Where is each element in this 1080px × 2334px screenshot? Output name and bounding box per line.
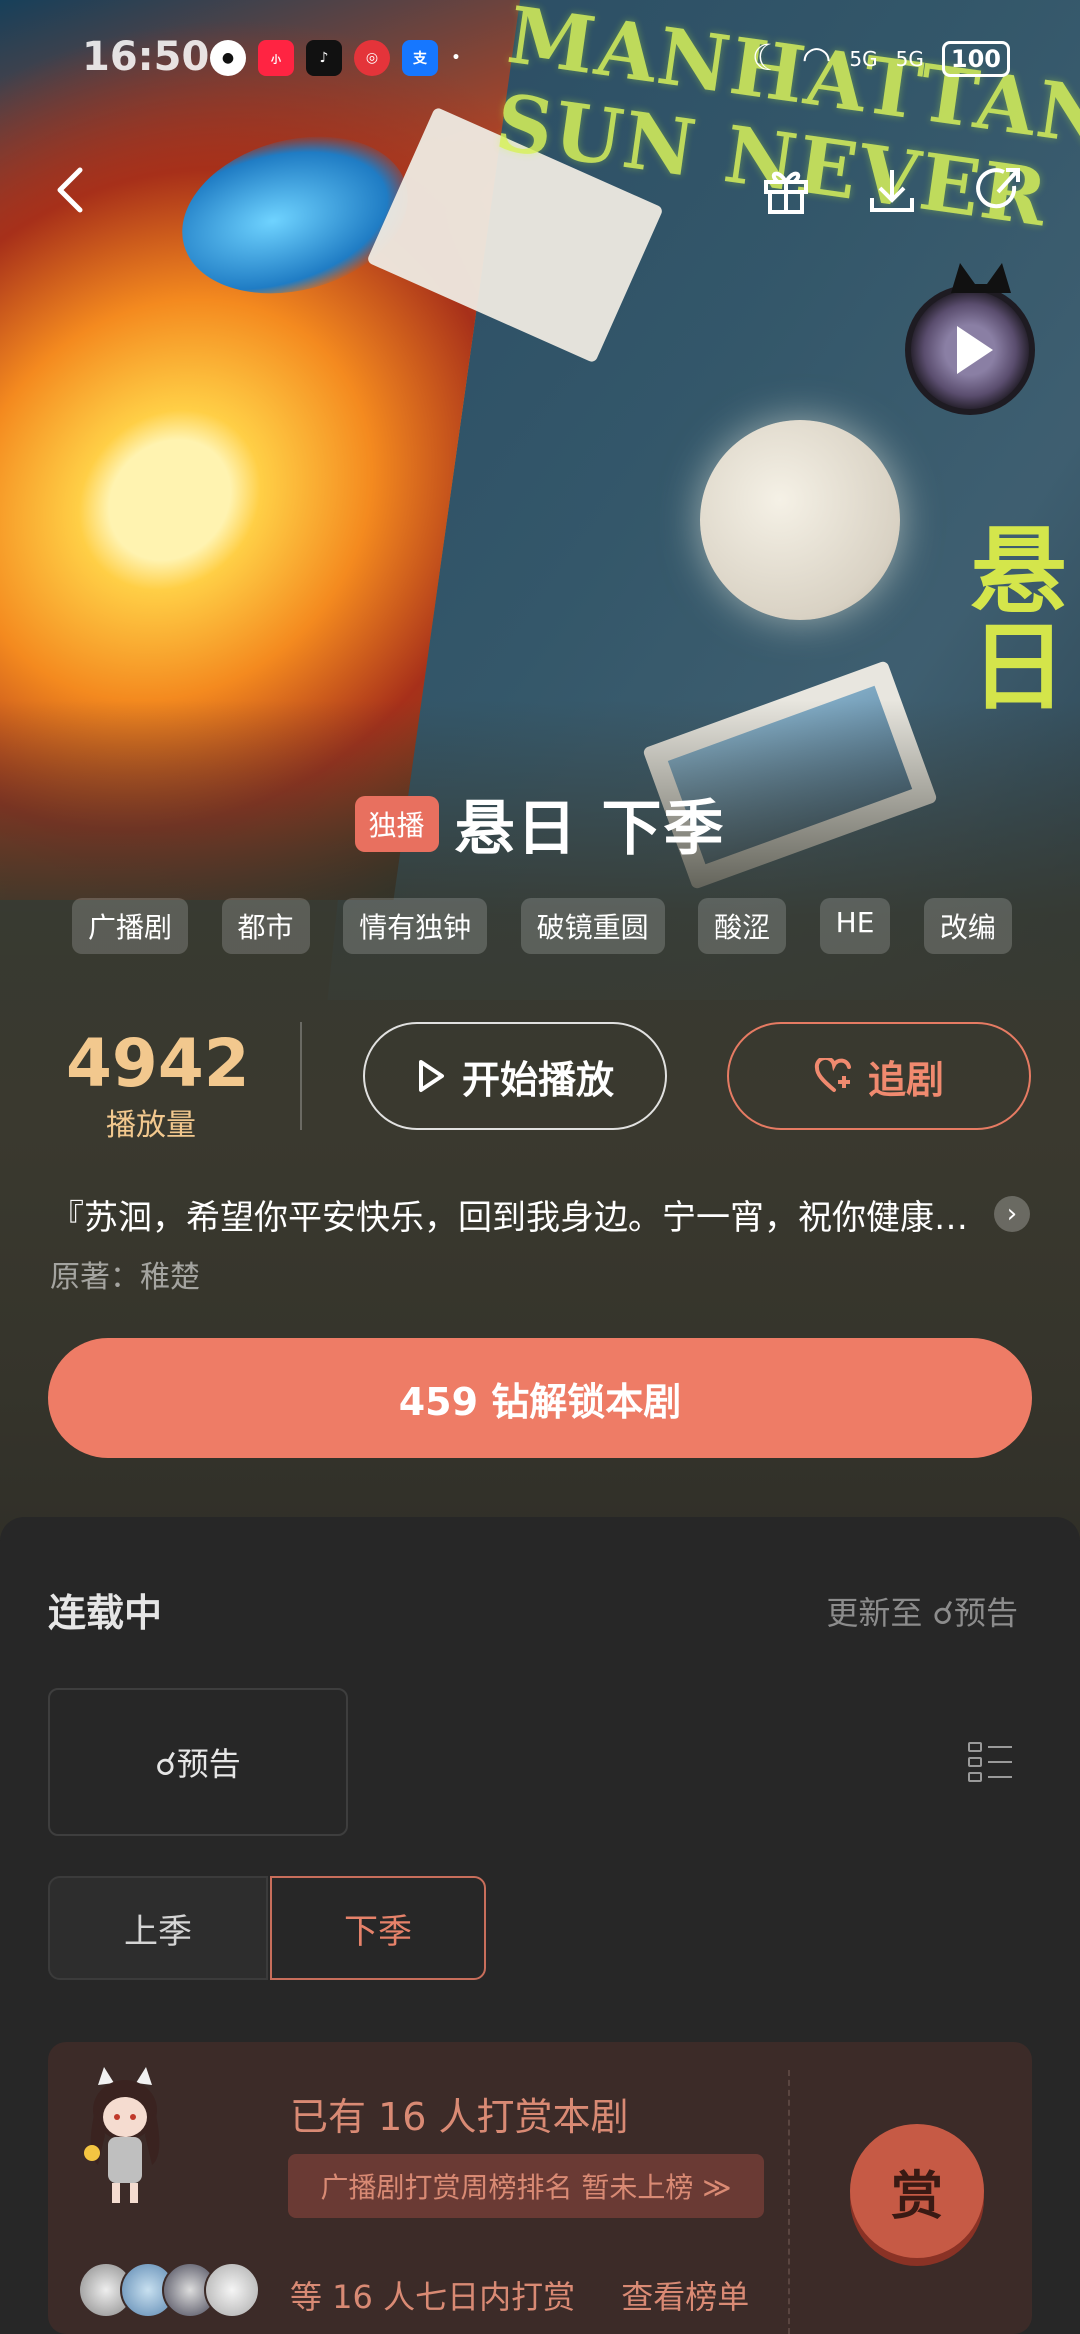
heart-plus-icon	[814, 1058, 851, 1092]
moon-icon: ☾	[751, 38, 784, 79]
signal-icon-2: 5G	[895, 46, 924, 71]
reward-summary: 等 16 人七日内打赏	[290, 2278, 576, 2316]
clock: 16:50	[82, 34, 210, 80]
follow-label: 追剧	[867, 1057, 944, 1102]
unlock-button[interactable]: 459 钻解锁本剧	[48, 1338, 1032, 1458]
serial-status: 连载中	[48, 1591, 163, 1635]
tag-item[interactable]: 破镜重圆	[520, 898, 665, 954]
mascot-girl-image	[84, 2067, 160, 2203]
tag-item[interactable]: HE	[819, 898, 891, 954]
drama-description[interactable]: 『苏洄，希望你平安快乐，回到我身边。宁一宵，祝你健康长寿，一生无忧。』	[50, 1190, 990, 1239]
reward-rank-tag[interactable]: 广播剧打赏周榜排名 暂未上榜 ≫	[288, 2154, 764, 2218]
tag-item[interactable]: 情有独钟	[343, 898, 488, 954]
system-icons: ☾ ◠ 5G 5G 100	[751, 38, 1010, 79]
title-row: 独播 悬日 下季	[0, 780, 1080, 867]
moon-seal-art	[700, 420, 900, 620]
tag-item[interactable]: 都市	[221, 898, 310, 954]
tag-item[interactable]: 酸涩	[698, 898, 787, 954]
reward-avatars	[78, 2262, 260, 2318]
play-outline-icon	[418, 1060, 444, 1092]
chevron-right-icon[interactable]: ›	[994, 1196, 1030, 1232]
back-button[interactable]	[40, 160, 100, 220]
player-disc-button[interactable]	[905, 263, 1035, 415]
wifi-icon: ◠	[801, 38, 832, 79]
play-count: 4942	[66, 1025, 250, 1102]
play-icon	[957, 326, 993, 374]
drama-title: 悬日 下季	[454, 794, 726, 864]
tag-item[interactable]: 广播剧	[72, 898, 189, 954]
netease-music-icon: ◎	[354, 40, 390, 76]
play-count-label: 播放量	[106, 1108, 196, 1143]
avatar	[204, 2262, 260, 2318]
battery-icon: 100	[941, 40, 1010, 77]
season-tab-next[interactable]: 下季	[270, 1876, 486, 1980]
season-tab-previous[interactable]: 上季	[48, 1876, 268, 1980]
download-icon	[870, 170, 914, 212]
divider	[300, 1022, 302, 1130]
tag-list: 广播剧 都市 情有独钟 破镜重圆 酸涩 HE 改编	[72, 898, 1012, 954]
update-info[interactable]: 更新至 ☌预告	[826, 1588, 1018, 1634]
share-icon	[976, 168, 1020, 209]
follow-button[interactable]: 追剧	[727, 1022, 1031, 1130]
start-play-label: 开始播放	[461, 1057, 614, 1102]
share-button[interactable]	[970, 160, 1030, 220]
notification-icons: ● 小 ♪ ◎ 支 •	[210, 40, 462, 76]
xiaohongshu-icon: 小	[258, 40, 294, 76]
douyin-icon: ♪	[306, 40, 342, 76]
gift-button[interactable]	[756, 160, 816, 220]
poster-title-cn: 悬日	[954, 520, 1066, 712]
exclusive-badge: 独播	[354, 795, 439, 852]
episode-item[interactable]: ☌预告	[48, 1688, 348, 1836]
download-button[interactable]	[862, 160, 922, 220]
gift-icon	[764, 171, 808, 214]
episode-list-icon[interactable]	[968, 1740, 1012, 1784]
more-dot-icon: •	[451, 50, 461, 66]
signal-icon-1: 5G	[849, 46, 878, 71]
qq-icon: ●	[210, 40, 246, 76]
poster-hero: MANHATTAN SUN NEVER 悬日	[0, 0, 1080, 1540]
reward-summary-row: 等 16 人七日内打赏 查看榜单	[290, 2272, 749, 2318]
reward-divider	[788, 2070, 790, 2334]
reward-button[interactable]: 赏	[850, 2124, 984, 2258]
reward-title: 已有 16 人打赏本剧	[290, 2095, 629, 2139]
view-leaderboard-link[interactable]: 查看榜单	[621, 2278, 749, 2316]
chevron-left-icon	[57, 167, 83, 213]
status-bar: 16:50 ● 小 ♪ ◎ 支 • ☾ ◠ 5G 5G 100	[0, 28, 1080, 88]
alipay-icon: 支	[402, 40, 438, 76]
original-author: 原著：稚楚	[50, 1260, 200, 1295]
tag-item[interactable]: 改编	[923, 898, 1012, 954]
start-play-button[interactable]: 开始播放	[363, 1022, 667, 1130]
